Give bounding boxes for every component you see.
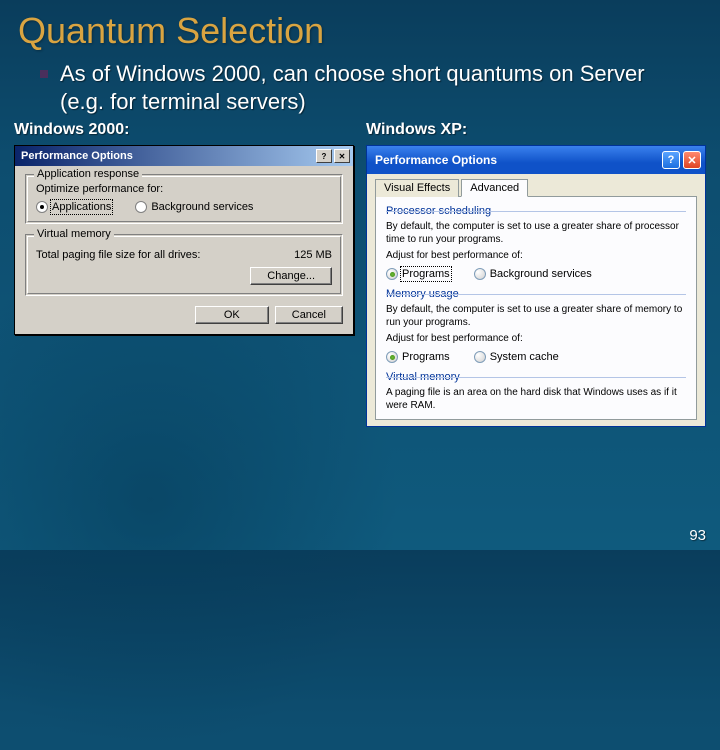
winxp-title-text: Performance Options (375, 153, 659, 167)
paging-label: Total paging file size for all drives: (36, 249, 200, 261)
close-button[interactable]: ✕ (334, 149, 350, 163)
radio-label-programs: Programs (402, 268, 450, 280)
group-title-virtual-memory: Virtual memory (34, 228, 114, 240)
radio-icon (386, 268, 398, 280)
vmem-description: A paging file is an area on the hard dis… (386, 386, 686, 412)
win2k-titlebar[interactable]: Performance Options ? ✕ (15, 146, 353, 166)
dialog-winxp: Performance Options ? ✕ Visual Effects A… (366, 145, 706, 427)
radio-system-cache[interactable]: System cache (474, 351, 559, 363)
group-title-app-response: Application response (34, 168, 142, 180)
help-button[interactable]: ? (316, 149, 332, 163)
column-win2k: Windows 2000: Performance Options ? ✕ Ap… (14, 121, 354, 427)
radio-applications[interactable]: Applications (36, 201, 111, 213)
memory-description: By default, the computer is set to use a… (386, 303, 686, 329)
group-title-vmem-xp: Virtual memory (386, 371, 466, 383)
optimize-label: Optimize performance for: (36, 183, 332, 195)
radio-label-syscache: System cache (490, 351, 559, 363)
radio-icon (386, 351, 398, 363)
radio-label-programs-2: Programs (402, 351, 450, 363)
group-virtual-memory: Virtual memory Total paging file size fo… (25, 234, 343, 296)
change-button[interactable]: Change... (250, 267, 332, 285)
adjust-label: Adjust for best performance of: (386, 249, 686, 262)
group-title-processor: Processor scheduling (386, 205, 497, 217)
column-winxp: Windows XP: Performance Options ? ✕ Visu… (366, 121, 706, 427)
radio-programs-2[interactable]: Programs (386, 351, 450, 363)
radio-label-background: Background services (151, 201, 253, 213)
tab-bar: Visual Effects Advanced (375, 178, 697, 197)
page-number: 93 (689, 527, 706, 544)
group-processor-scheduling: Processor scheduling By default, the com… (386, 205, 686, 280)
radio-icon (36, 201, 48, 213)
group-title-memory: Memory usage (386, 288, 465, 300)
group-app-response: Application response Optimize performanc… (25, 174, 343, 224)
paging-value: 125 MB (294, 249, 332, 261)
processor-description: By default, the computer is set to use a… (386, 220, 686, 246)
group-virtual-memory-xp: Virtual memory A paging file is an area … (386, 371, 686, 412)
help-button[interactable]: ? (662, 151, 680, 169)
cancel-button[interactable]: Cancel (275, 306, 343, 324)
radio-icon (474, 268, 486, 280)
radio-icon (474, 351, 486, 363)
radio-label-background: Background services (490, 268, 592, 280)
radio-label-applications: Applications (52, 201, 111, 213)
bullet-text: As of Windows 2000, can choose short qua… (60, 60, 680, 115)
group-memory-usage: Memory usage By default, the computer is… (386, 288, 686, 363)
radio-background-services[interactable]: Background services (474, 268, 592, 280)
radio-programs[interactable]: Programs (386, 268, 450, 280)
radio-background-services[interactable]: Background services (135, 201, 253, 213)
column-title-win2k: Windows 2000: (14, 121, 354, 139)
ok-button[interactable]: OK (195, 306, 269, 324)
tab-advanced[interactable]: Advanced (461, 179, 528, 197)
bullet-row: As of Windows 2000, can choose short qua… (40, 60, 680, 115)
bullet-icon (40, 70, 48, 78)
radio-icon (135, 201, 147, 213)
dialog-win2k: Performance Options ? ✕ Application resp… (14, 145, 354, 335)
winxp-titlebar[interactable]: Performance Options ? ✕ (367, 146, 705, 174)
column-title-winxp: Windows XP: (366, 121, 706, 139)
close-button[interactable]: ✕ (683, 151, 701, 169)
slide-title: Quantum Selection (18, 10, 702, 52)
win2k-title-text: Performance Options (21, 150, 314, 162)
tab-visual-effects[interactable]: Visual Effects (375, 179, 459, 197)
adjust-label-2: Adjust for best performance of: (386, 332, 686, 345)
